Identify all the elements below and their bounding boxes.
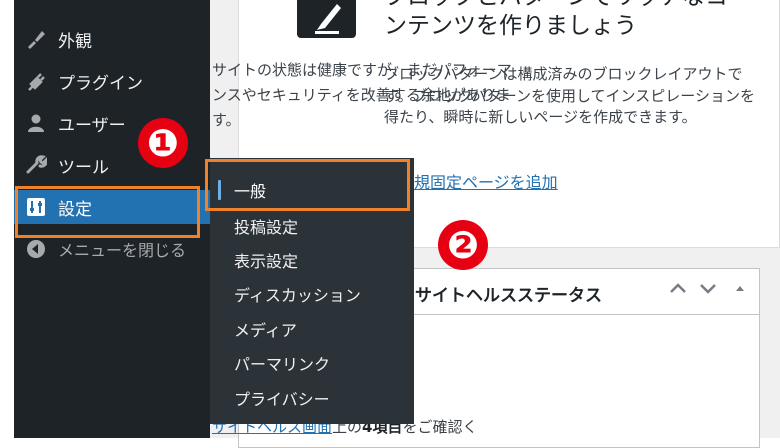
- step-2-badge: ❷: [438, 220, 488, 270]
- sidebar-item-users[interactable]: ユーザー: [24, 106, 126, 140]
- collapse-icon: [24, 237, 48, 261]
- sidebar-item-label: ツール: [58, 157, 109, 178]
- sidebar-item-appearance[interactable]: 外観: [24, 22, 92, 56]
- sidebar-item-label: プラグイン: [58, 73, 143, 94]
- sidebar-item-label: 外観: [58, 31, 92, 52]
- collapse-menu-label: メニューを閉じる: [58, 241, 187, 260]
- edit-icon-tile: [297, 0, 356, 38]
- wrench-icon: [24, 153, 48, 177]
- user-icon: [24, 111, 48, 135]
- site-health-title: サイトヘルスステータス: [415, 286, 602, 306]
- settings-highlight-box: [15, 186, 200, 238]
- submenu-item-media[interactable]: メディア: [234, 317, 297, 341]
- left-margin: [0, 0, 14, 438]
- toggle-panel-button[interactable]: [729, 280, 751, 300]
- add-page-link[interactable]: 新規固定ページを追加: [398, 169, 558, 193]
- submenu-item-discussion[interactable]: ディスカッション: [234, 282, 361, 306]
- general-highlight-box: [205, 159, 410, 211]
- brush-icon: [24, 27, 48, 51]
- sidebar-item-label: ユーザー: [58, 115, 126, 136]
- move-down-button[interactable]: [697, 280, 719, 300]
- submenu-item-permalinks[interactable]: パーマリンク: [234, 351, 330, 375]
- submenu-item-reading[interactable]: 表示設定: [234, 248, 298, 272]
- submenu-item-writing[interactable]: 投稿設定: [234, 214, 298, 238]
- site-health-description: サイトの状態は健康ですが、まだパフォーマンスやセキュリティを改善する余地がありま…: [212, 61, 512, 129]
- pencil-icon: [315, 4, 341, 34]
- move-up-button[interactable]: [667, 280, 689, 300]
- submenu-item-privacy[interactable]: プライバシー: [234, 386, 330, 410]
- step-1-badge: ❶: [138, 118, 188, 168]
- plug-icon: [24, 69, 48, 93]
- sidebar-item-tools[interactable]: ツール: [24, 148, 109, 182]
- welcome-title-line2: ンテンツを作りましょう: [384, 13, 637, 39]
- sidebar-item-plugins[interactable]: プラグイン: [24, 64, 143, 98]
